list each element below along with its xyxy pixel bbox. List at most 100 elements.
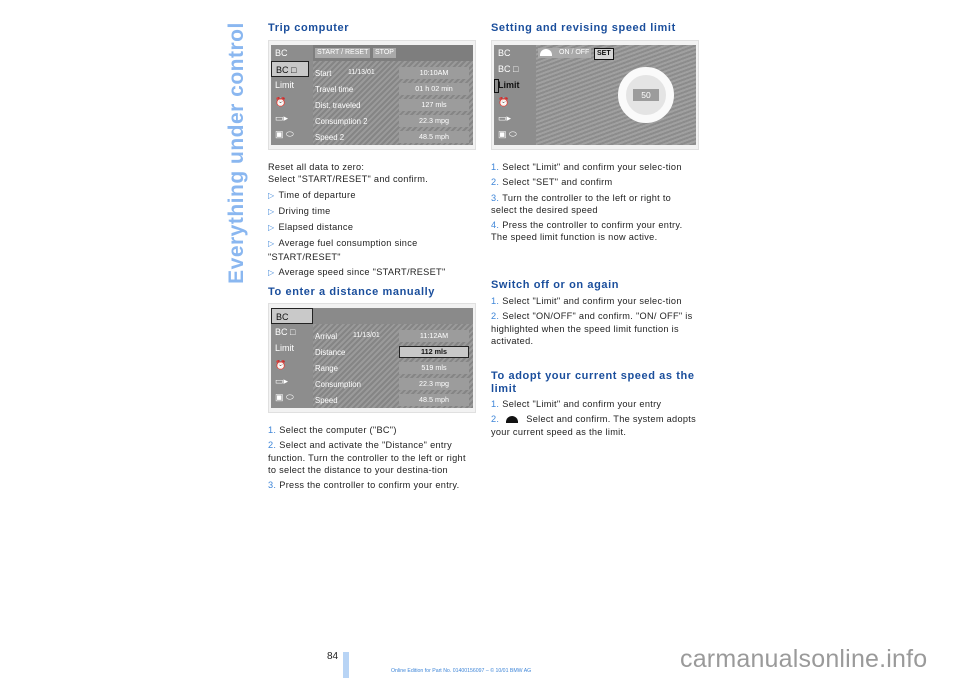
step-item: 2. Select and confirm. The system adopts … [491, 414, 697, 437]
edition-notice: Online Edition for Part No. 01400156097 … [391, 668, 532, 674]
menu-item-timer: ⏰ [498, 96, 510, 107]
row-label: Speed [315, 396, 338, 405]
row-value: 11:12AM [399, 330, 469, 342]
heading-enter-distance: To enter a distance manually [268, 286, 435, 298]
row-distance: Distance 112 mls [313, 346, 473, 359]
triangle-bullet-icon: ▷ [268, 206, 275, 216]
menu-item-vehicle: ▣ ⬭ [275, 128, 294, 139]
row-value: 22.3 mpg [399, 378, 469, 390]
bullet-item: ▷ Average speed since "START/RESET" [268, 267, 446, 278]
row-consumption: Consumption 22.3 mpg [313, 378, 473, 391]
triangle-bullet-icon: ▷ [268, 190, 275, 200]
intro-line: Select "START/RESET" and confirm. [268, 174, 429, 185]
speedometer-icon [540, 48, 552, 56]
menu-item-limit: Limit [275, 343, 295, 354]
distance-screen: BC BC □ Limit ⏰ ▭▸ ▣ ⬭ Arrival 11/13/01 … [268, 303, 476, 413]
row-travel-time: Travel time 01 h 02 min [313, 83, 473, 96]
row-value: 22.3 mpg [399, 115, 469, 127]
speed-limit-steps: 1. Select "Limit" and confirm your selec-… [491, 161, 699, 247]
step-item: 1. Select "Limit" and confirm your selec-… [491, 296, 682, 306]
step-item: 1. Select the computer ("BC") [268, 425, 397, 435]
row-value: 519 mls [399, 362, 469, 374]
trip-computer-screen: BC BC □ Limit ⏰ ▭▸ ▣ ⬭ START / RESET STO… [268, 40, 476, 150]
row-value: 48.5 mph [399, 131, 469, 143]
on-off-button: ON / OFF [557, 48, 592, 58]
heading-trip-computer: Trip computer [268, 22, 350, 34]
row-date: 11/13/01 [348, 69, 375, 76]
heading-adopt-speed: To adopt your current speed as the limit [491, 370, 695, 395]
row-speed: Speed 48.5 mph [313, 394, 473, 407]
menu-item-limit: Limit [275, 80, 295, 91]
row-value-selected: 112 mls [399, 346, 469, 358]
start-reset-button: START / RESET [315, 48, 371, 58]
intro-line: Reset all data to zero: [268, 162, 365, 172]
row-speed: Speed 2 48.5 mph [313, 131, 473, 144]
row-label: Speed 2 [315, 133, 345, 142]
step-item: 4. Press the controller to confirm your e… [491, 220, 683, 243]
menu-item-bc-trip: BC □ [498, 64, 519, 75]
menu-item-display: ▭▸ [498, 112, 512, 123]
speed-limit-value: 50 [633, 89, 659, 101]
current-speed-button [538, 48, 558, 58]
menu-item-bc: BC [275, 48, 288, 58]
triangle-bullet-icon: ▷ [268, 223, 275, 233]
speed-limit-screen: BC BC □ Limit ⏰ ▭▸ ▣ ⬭ ON / OFF SET 50 [491, 40, 699, 150]
row-value: 10:10AM [399, 67, 469, 79]
row-value: 01 h 02 min [399, 83, 469, 95]
row-label: Dist. traveled [315, 101, 361, 110]
menu-item-vehicle: ▣ ⬭ [498, 128, 517, 139]
section-side-title: Everything under control [223, 18, 251, 288]
bullet-item: ▷ Average fuel consumption since "START/R… [268, 238, 418, 262]
row-label: Range [315, 364, 338, 373]
row-label: Consumption [315, 380, 361, 389]
speedometer-icon [506, 416, 519, 424]
screen-menu: BC BC □ Limit ⏰ ▭▸ ▣ ⬭ [271, 308, 313, 408]
page-marker-bar [343, 652, 349, 678]
step-item: 2. Select "SET" and confirm [491, 177, 613, 188]
bullet-item: ▷ Time of departure [268, 189, 356, 200]
row-label: Start [315, 69, 332, 78]
menu-item-bc: BC [498, 48, 511, 58]
triangle-bullet-icon: ▷ [268, 239, 275, 249]
heading-switch-off-on: Switch off or on again [491, 279, 620, 291]
bullet-item: ▷ Elapsed distance [268, 222, 354, 233]
row-label: Travel time [315, 85, 354, 94]
row-label: Consumption 2 [315, 117, 368, 126]
step-item: 2. Select and activate the "Distance" ent… [268, 440, 466, 475]
speed-limit-dial: 50 [618, 67, 674, 123]
site-watermark: carmanualsonline.info [680, 645, 928, 673]
row-label: Arrival [315, 332, 338, 341]
stop-button: STOP [373, 48, 396, 58]
menu-item-limit: Limit [494, 77, 536, 94]
distance-steps: 1. Select the computer ("BC") 2. Select an… [268, 424, 476, 494]
step-item: 1. Select "Limit" and confirm your selec-… [491, 162, 682, 172]
page-number: 84 [327, 651, 339, 662]
menu-item-timer: ⏰ [275, 96, 287, 107]
switch-steps: 1. Select "Limit" and confirm your selec-… [491, 295, 699, 350]
row-date: 11/13/01 [353, 332, 380, 339]
menu-item-bc: BC [271, 308, 313, 325]
screen-menu: BC BC □ Limit ⏰ ▭▸ ▣ ⬭ [271, 45, 313, 145]
row-start: Start 11/13/01 10:10AM [313, 67, 473, 80]
heading-speed-limit: Setting and revising speed limit [491, 22, 676, 34]
menu-item-timer: ⏰ [275, 359, 287, 370]
row-consumption: Consumption 2 22.3 mpg [313, 115, 473, 128]
menu-item-display: ▭▸ [275, 112, 289, 123]
row-arrival: Arrival 11/13/01 11:12AM [313, 330, 473, 343]
menu-item-display: ▭▸ [275, 375, 289, 386]
screen-menu: BC BC □ Limit ⏰ ▭▸ ▣ ⬭ [494, 45, 536, 145]
side-title-text: Everything under control [225, 22, 248, 284]
row-range: Range 519 mls [313, 362, 473, 375]
menu-item-vehicle: ▣ ⬭ [275, 391, 294, 402]
row-value: 48.5 mph [399, 394, 469, 406]
triangle-bullet-icon: ▷ [268, 268, 275, 278]
step-item: 2. Select "ON/OFF" and confirm. "ON/ OFF"… [491, 311, 693, 346]
menu-item-bc-trip: BC □ [271, 61, 309, 78]
trip-computer-text: Reset all data to zero: Select "START/RE… [268, 161, 476, 282]
row-label: Distance [315, 348, 346, 357]
adopt-steps: 1. Select "Limit" and confirm your entry … [491, 398, 699, 441]
row-value: 127 mls [399, 99, 469, 111]
reset-bullet-list: ▷ Time of departure ▷ Driving time ▷ Elapse… [268, 189, 476, 280]
step-item: 1. Select "Limit" and confirm your entry [491, 399, 662, 409]
menu-item-bc-trip: BC □ [275, 327, 296, 338]
